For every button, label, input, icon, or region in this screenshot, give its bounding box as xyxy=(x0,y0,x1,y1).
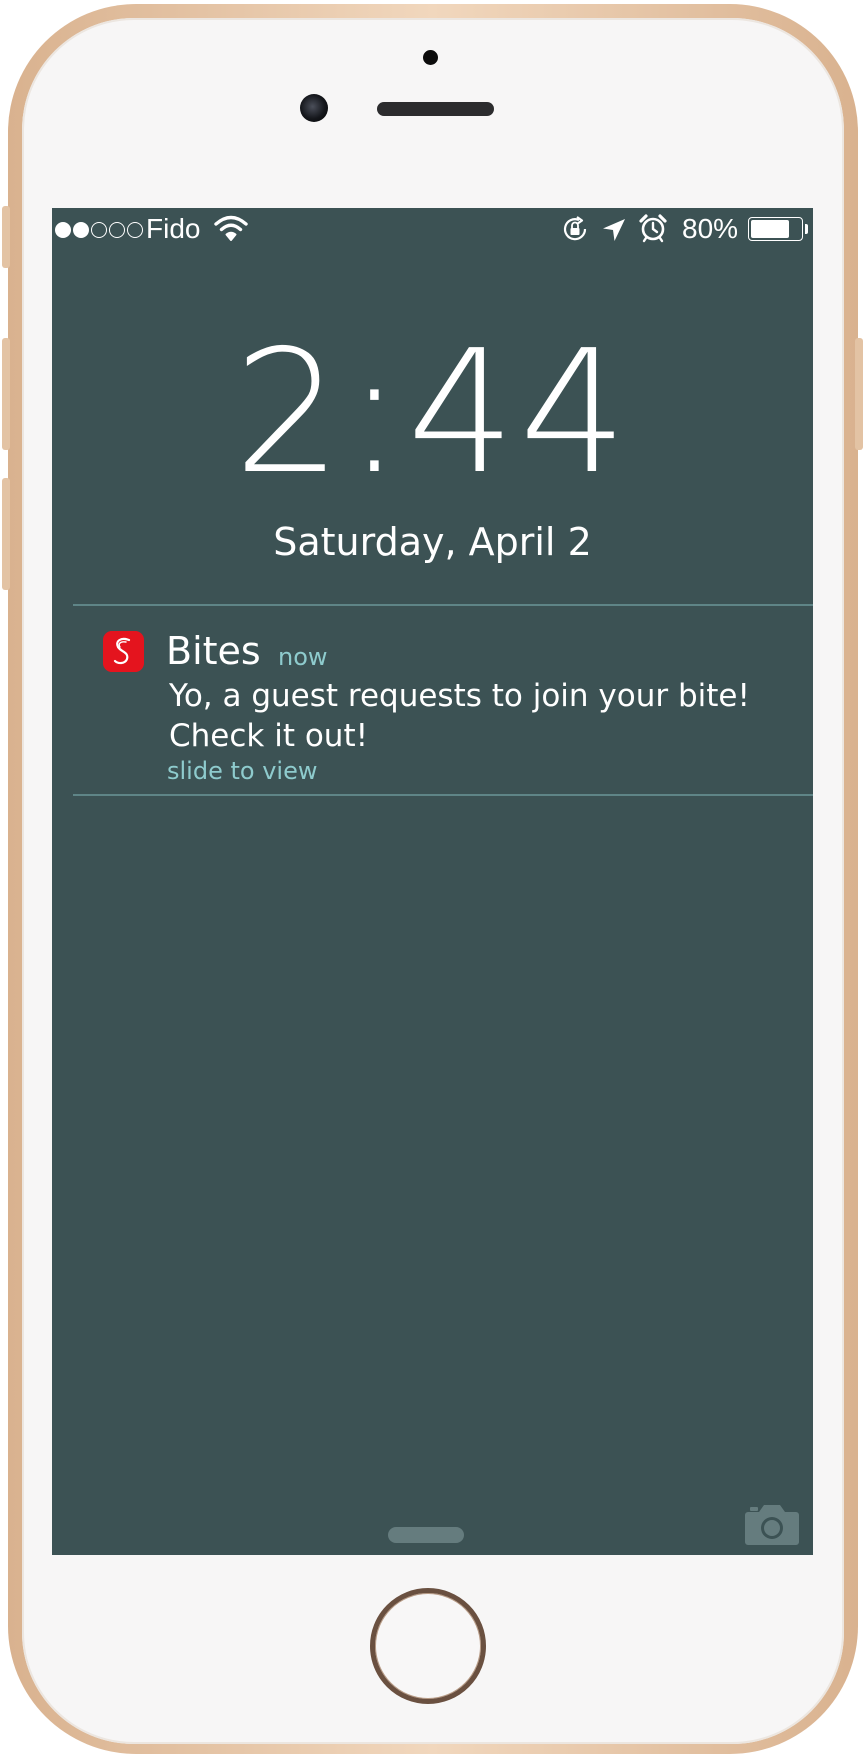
notification-divider-bottom xyxy=(73,794,813,796)
battery-percentage: 80% xyxy=(682,213,739,244)
camera-icon[interactable] xyxy=(744,1502,800,1546)
battery-terminal xyxy=(805,224,808,234)
signal-dot xyxy=(55,222,71,238)
signal-dot xyxy=(109,222,125,238)
volume-down-button xyxy=(2,478,10,590)
bites-app-icon xyxy=(103,631,144,672)
lock-screen[interactable]: Fido 80% 2:44 Saturday, April 2 Bites no… xyxy=(52,208,813,1555)
lock-screen-time: 2:44 xyxy=(233,314,632,512)
proximity-sensor xyxy=(423,50,438,65)
earpiece-speaker xyxy=(377,102,494,116)
device-mockup: Fido 80% 2:44 Saturday, April 2 Bites no… xyxy=(0,0,865,1758)
notification-app-name: Bites xyxy=(166,629,261,673)
volume-up-button xyxy=(2,338,10,450)
notification-timestamp: now xyxy=(278,643,328,671)
battery-icon xyxy=(748,217,803,241)
power-button xyxy=(855,338,863,450)
wifi-icon xyxy=(214,215,248,241)
signal-dot xyxy=(91,222,107,238)
location-arrow-icon xyxy=(603,219,625,241)
slide-to-view-hint[interactable]: slide to view xyxy=(167,756,317,786)
control-center-grabber[interactable] xyxy=(388,1527,464,1543)
front-camera xyxy=(300,94,328,122)
rotation-lock-icon xyxy=(563,216,587,241)
notification-card[interactable]: Bites now Yo, a guest requests to join y… xyxy=(52,604,813,794)
signal-dot xyxy=(73,222,89,238)
signal-strength-icon xyxy=(55,222,143,238)
notification-message: Yo, a guest requests to join your bite! … xyxy=(169,678,750,754)
home-button[interactable] xyxy=(370,1588,486,1704)
status-bar: Fido 80% xyxy=(52,208,813,250)
lock-screen-date: Saturday, April 2 xyxy=(273,520,592,564)
mute-switch xyxy=(2,206,10,268)
alarm-clock-icon xyxy=(639,214,667,243)
signal-dot xyxy=(127,222,143,238)
battery-level-fill xyxy=(751,220,790,238)
carrier-name: Fido xyxy=(146,213,201,244)
